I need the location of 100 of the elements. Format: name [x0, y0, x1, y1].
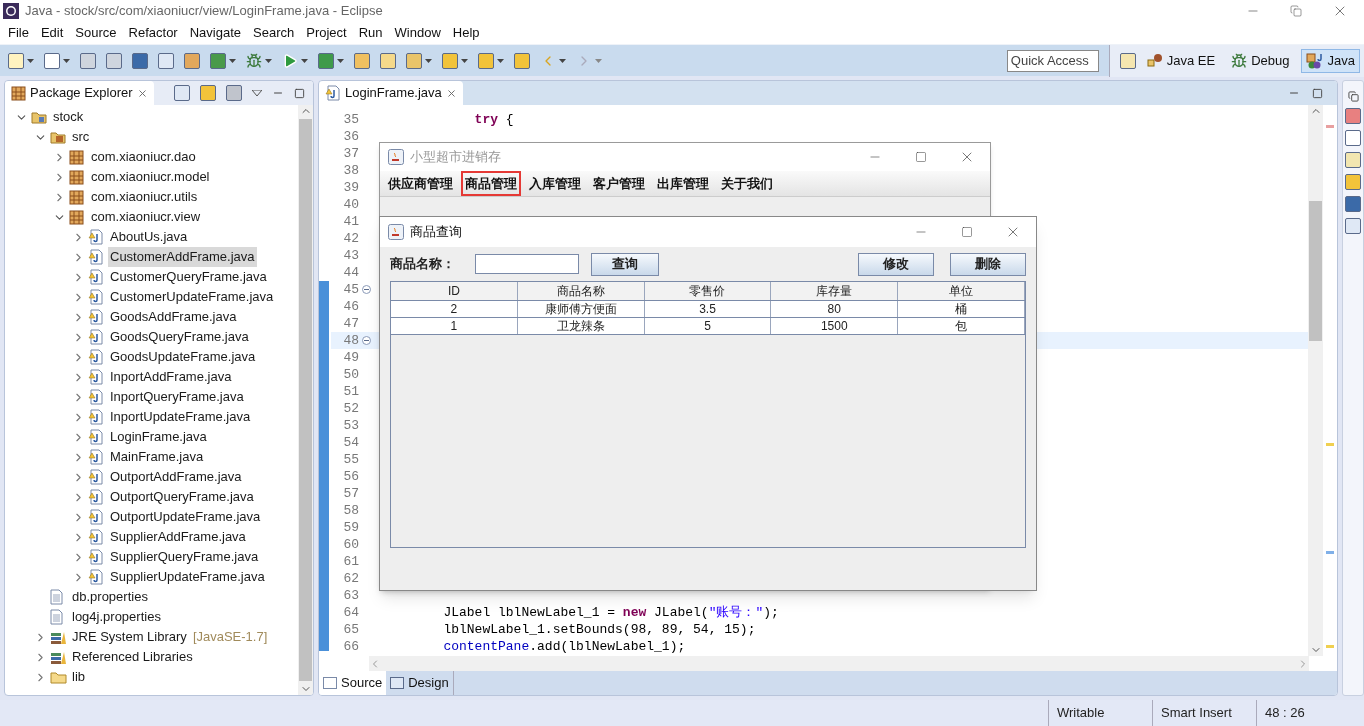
column-header[interactable]: 零售价 — [644, 282, 772, 300]
menu-item[interactable]: Refactor — [122, 23, 184, 43]
maximize-icon[interactable] — [915, 151, 927, 163]
perspective-button[interactable]: Java — [1300, 48, 1360, 73]
menu-item[interactable]: Window — [388, 23, 447, 43]
maximize-icon[interactable] — [961, 226, 973, 238]
dropdown-caret-icon[interactable] — [229, 58, 236, 63]
close-icon[interactable] — [136, 87, 148, 99]
scrollbar-thumb[interactable] — [1309, 201, 1322, 341]
goods-name-field[interactable] — [475, 254, 579, 274]
column-header[interactable]: 单位 — [898, 282, 1025, 300]
menu-item[interactable]: 商品管理 — [461, 170, 521, 197]
line-number: 39 — [342, 178, 359, 197]
tree-item[interactable]: CustomerAddFrame.java — [108, 247, 257, 267]
close-icon[interactable] — [445, 87, 457, 99]
tree-item[interactable]: stock — [51, 107, 86, 127]
tree-item[interactable]: InportAddFrame.java — [108, 367, 234, 387]
editor-page-tab[interactable]: Source — [319, 671, 387, 695]
code-line: contentPane.add(lblNewLabel_1); — [442, 637, 686, 656]
tree-item[interactable]: db.properties — [70, 587, 150, 607]
quick-access-field[interactable]: Quick Access — [1006, 49, 1099, 72]
maximize-icon[interactable] — [1312, 87, 1323, 99]
java-file-icon — [88, 549, 104, 565]
java-file-icon — [88, 469, 104, 485]
menu-item[interactable]: Source — [69, 23, 123, 43]
tree-item[interactable]: GoodsQueryFrame.java — [108, 327, 251, 347]
table-cell: 1500 — [771, 318, 899, 334]
tree-item[interactable]: AboutUs.java — [108, 227, 190, 247]
action-button[interactable]: 删除 — [950, 252, 1026, 276]
line-number: 56 — [342, 467, 359, 486]
menu-item[interactable]: 客户管理 — [589, 170, 649, 197]
fold-toggle-icon[interactable] — [361, 336, 371, 345]
tree-item[interactable]: SupplierAddFrame.java — [108, 527, 248, 547]
tree-item[interactable]: OutportUpdateFrame.java — [108, 507, 263, 527]
perspective-button[interactable]: Java EE — [1141, 48, 1221, 73]
column-header[interactable]: 库存量 — [771, 282, 899, 300]
tree-item[interactable]: GoodsAddFrame.java — [108, 307, 239, 327]
tree-item[interactable]: CustomerQueryFrame.java — [108, 267, 269, 287]
table-cell: 包 — [898, 318, 1025, 334]
perspective-button[interactable]: Debug — [1226, 48, 1295, 73]
column-header[interactable]: ID — [391, 282, 518, 300]
tree-item[interactable]: MainFrame.java — [108, 447, 206, 467]
restore-icon[interactable] — [1347, 91, 1359, 102]
dropdown-caret-icon[interactable] — [425, 58, 432, 63]
menu-item[interactable]: 供应商管理 — [384, 170, 457, 197]
tree-item[interactable]: lib — [70, 667, 87, 687]
tree-item[interactable]: log4j.properties — [70, 607, 163, 627]
document-icon — [50, 589, 63, 605]
dropdown-caret-icon[interactable] — [559, 58, 566, 63]
tree-item[interactable]: GoodsUpdateFrame.java — [108, 347, 258, 367]
tree-item[interactable]: CustomerUpdateFrame.java — [108, 287, 276, 307]
tree-item[interactable]: JRE System Library — [70, 627, 189, 647]
menu-item[interactable]: 入库管理 — [525, 170, 585, 197]
tree-item[interactable]: com.xiaoniucr.view — [89, 207, 203, 227]
scrollbar-thumb[interactable] — [299, 119, 312, 681]
fold-toggle-icon[interactable] — [361, 285, 371, 294]
menu-item[interactable]: 出库管理 — [653, 170, 713, 197]
line-number: 44 — [342, 263, 359, 282]
menu-item[interactable]: Project — [300, 23, 353, 43]
tree-item[interactable]: InportQueryFrame.java — [108, 387, 246, 407]
dropdown-caret-icon[interactable] — [27, 58, 34, 63]
tree-item[interactable]: InportUpdateFrame.java — [108, 407, 253, 427]
tree-item[interactable]: com.xiaoniucr.model — [89, 167, 212, 187]
tree-item[interactable]: OutportQueryFrame.java — [108, 487, 256, 507]
menu-item[interactable]: 关于我们 — [717, 170, 777, 197]
dropdown-caret-icon[interactable] — [265, 58, 272, 63]
view-menu-icon[interactable] — [252, 90, 262, 96]
query-button[interactable]: 查询 — [591, 252, 659, 276]
dropdown-caret-icon[interactable] — [301, 58, 308, 63]
document-icon — [50, 609, 63, 625]
tree-item[interactable]: src — [70, 127, 92, 147]
line-number: 46 — [342, 297, 359, 316]
column-header[interactable]: 商品名称 — [517, 282, 645, 300]
tree-item[interactable]: LoginFrame.java — [108, 427, 209, 447]
menu-item[interactable]: Help — [446, 23, 486, 43]
menu-item[interactable]: Edit — [34, 23, 70, 43]
tree-item[interactable]: OutportAddFrame.java — [108, 467, 244, 487]
menu-item[interactable]: Search — [247, 23, 301, 43]
line-number: 66 — [342, 637, 359, 656]
tree-item[interactable]: com.xiaoniucr.utils — [89, 187, 200, 207]
dropdown-caret-icon[interactable] — [337, 58, 344, 63]
menu-item[interactable]: Navigate — [183, 23, 247, 43]
dropdown-caret-icon[interactable] — [461, 58, 468, 63]
restore-icon[interactable] — [1290, 5, 1302, 17]
vertical-scrollbar[interactable] — [1308, 105, 1323, 656]
java-file-icon — [88, 289, 104, 305]
status-text: Writable — [1048, 700, 1152, 726]
tree-item[interactable]: com.xiaoniucr.dao — [89, 147, 198, 167]
run-icon[interactable] — [282, 52, 298, 69]
menu-item[interactable]: Run — [352, 23, 389, 43]
menu-item[interactable]: File — [2, 23, 35, 43]
dropdown-caret-icon[interactable] — [63, 58, 70, 63]
vertical-scrollbar[interactable] — [298, 105, 313, 695]
bug-icon[interactable] — [246, 52, 262, 69]
action-button[interactable]: 修改 — [858, 252, 934, 276]
maximize-icon[interactable] — [294, 87, 305, 99]
dropdown-caret-icon[interactable] — [497, 58, 504, 63]
tree-item[interactable]: SupplierQueryFrame.java — [108, 547, 261, 567]
tree-item[interactable]: Referenced Libraries — [70, 647, 195, 667]
tree-item[interactable]: SupplierUpdateFrame.java — [108, 567, 267, 587]
